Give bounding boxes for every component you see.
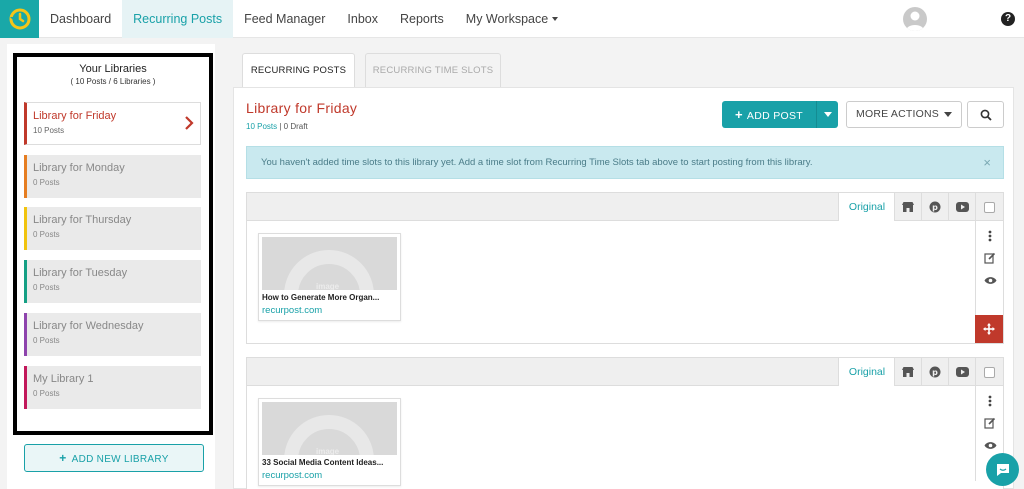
workspace-label: My Workspace	[465, 11, 549, 26]
post-preview[interactable]: image 33 Social Media Content Ideas... r…	[258, 398, 401, 486]
libraries-title: Your Libraries	[79, 63, 147, 75]
plus-icon: +	[735, 107, 743, 122]
post-card-header: Original p	[247, 193, 1003, 221]
nav-workspace-dropdown[interactable]: My Workspace	[455, 0, 569, 38]
google-business-icon[interactable]	[894, 193, 921, 221]
chevron-right-icon	[185, 116, 194, 130]
library-name: My Library 1	[33, 373, 94, 385]
edit-icon[interactable]	[983, 416, 997, 430]
library-item-wednesday[interactable]: Library for Wednesday 0 Posts	[24, 313, 201, 356]
pinterest-icon[interactable]: p	[921, 358, 948, 386]
tab-recurring-posts[interactable]: RECURRING POSTS	[242, 53, 355, 87]
more-options-icon[interactable]	[983, 229, 997, 243]
recurpost-logo[interactable]	[0, 0, 39, 38]
main-content: Library for Friday 10 Posts | 0 Draft + A…	[233, 87, 1014, 489]
nav-reports[interactable]: Reports	[389, 0, 455, 38]
library-count: 0 Posts	[33, 283, 60, 292]
nav-inbox[interactable]: Inbox	[336, 0, 389, 38]
tab-original[interactable]: Original	[838, 193, 895, 221]
library-name: Library for Thursday	[33, 214, 132, 226]
library-count: 0 Posts	[33, 336, 60, 345]
add-post-label: + ADD POST	[735, 107, 803, 122]
move-arrows-icon	[983, 323, 995, 335]
eye-icon[interactable]	[983, 273, 997, 287]
checkbox[interactable]	[983, 201, 995, 213]
library-name: Library for Wednesday	[33, 320, 144, 332]
post-preview[interactable]: image How to Generate More Organ... recu…	[258, 233, 401, 321]
page-title: Library for Friday	[246, 100, 358, 116]
library-count: 0 Posts	[33, 178, 60, 187]
library-name: Library for Monday	[33, 162, 125, 174]
drag-move-handle[interactable]	[975, 315, 1003, 343]
close-icon[interactable]: ×	[983, 147, 991, 178]
select-post-checkbox[interactable]	[975, 193, 1002, 221]
post-title: How to Generate More Organ...	[262, 293, 380, 302]
more-actions-label: MORE ACTIONS	[856, 108, 939, 120]
library-name: Library for Tuesday	[33, 267, 128, 279]
eye-icon[interactable]	[983, 438, 997, 452]
nav-dashboard[interactable]: Dashboard	[39, 0, 122, 38]
post-image-placeholder: image	[262, 402, 397, 455]
post-source-link[interactable]: recurpost.com	[262, 470, 322, 481]
library-item-friday[interactable]: Library for Friday 10 Posts	[24, 102, 201, 145]
library-item-my-library-1[interactable]: My Library 1 0 Posts	[24, 366, 201, 409]
caret-down-icon	[823, 112, 832, 117]
checkbox[interactable]	[983, 366, 995, 378]
user-icon	[906, 11, 924, 31]
select-post-checkbox[interactable]	[975, 358, 1002, 386]
post-card: Original p image How to Generate More Or…	[246, 192, 1004, 344]
library-item-thursday[interactable]: Library for Thursday 0 Posts	[24, 207, 201, 250]
post-source-link[interactable]: recurpost.com	[262, 305, 322, 316]
search-icon	[980, 109, 992, 121]
libraries-sidebar: Your Libraries ( 10 Posts / 6 Libraries …	[13, 53, 213, 435]
nav-recurring-posts[interactable]: Recurring Posts	[122, 0, 234, 38]
help-icon[interactable]: ?	[1001, 12, 1015, 26]
caret-down-icon	[943, 111, 952, 117]
plus-icon: +	[59, 451, 67, 465]
image-placeholder-text: image	[316, 282, 340, 290]
add-post-button[interactable]: + ADD POST	[722, 101, 838, 128]
svg-text:p: p	[932, 368, 938, 377]
library-count: 0 Posts	[33, 389, 60, 398]
more-options-icon[interactable]	[983, 394, 997, 408]
post-card-header: Original p	[247, 358, 1003, 386]
more-actions-button[interactable]: MORE ACTIONS	[846, 101, 962, 128]
search-button[interactable]	[967, 101, 1004, 128]
tab-recurring-time-slots[interactable]: RECURRING TIME SLOTS	[365, 53, 501, 87]
chevron-down-icon	[552, 17, 559, 22]
no-time-slots-alert: You haven't added time slots to this lib…	[246, 146, 1004, 179]
add-library-label: ADD NEW LIBRARY	[71, 454, 169, 465]
youtube-icon[interactable]	[948, 358, 975, 386]
chat-launcher-button[interactable]	[986, 453, 1019, 486]
post-card: Original p image 33 Social Media Content…	[246, 357, 1004, 489]
image-placeholder-text: image	[316, 447, 340, 455]
post-image-placeholder: image	[262, 237, 397, 290]
chat-icon	[996, 463, 1009, 476]
library-name: Library for Friday	[33, 110, 117, 122]
tab-original[interactable]: Original	[838, 358, 895, 386]
libraries-summary: ( 10 Posts / 6 Libraries )	[70, 77, 156, 86]
edit-icon[interactable]	[983, 251, 997, 265]
google-business-icon[interactable]	[894, 358, 921, 386]
alert-message: You haven't added time slots to this lib…	[261, 157, 813, 168]
user-avatar[interactable]	[903, 7, 927, 31]
post-title: 33 Social Media Content Ideas...	[262, 458, 384, 467]
add-new-library-button[interactable]: + ADD NEW LIBRARY	[24, 444, 204, 472]
draft-count[interactable]: 0 Draft	[284, 122, 308, 131]
svg-text:p: p	[932, 203, 938, 212]
library-item-tuesday[interactable]: Library for Tuesday 0 Posts	[24, 260, 201, 303]
library-count: 10 Posts	[33, 126, 65, 135]
top-navigation: Dashboard Recurring Posts Feed Manager I…	[0, 0, 1024, 38]
pinterest-icon[interactable]: p	[921, 193, 948, 221]
library-stats: 10 Posts | 0 Draft	[246, 122, 308, 131]
clock-logo-icon	[9, 8, 30, 29]
add-post-dropdown-toggle[interactable]	[816, 101, 838, 128]
nav-feed-manager[interactable]: Feed Manager	[233, 0, 336, 38]
post-tools	[975, 221, 1003, 316]
library-count: 0 Posts	[33, 230, 60, 239]
posts-count[interactable]: 10 Posts	[246, 122, 277, 131]
library-item-monday[interactable]: Library for Monday 0 Posts	[24, 155, 201, 198]
youtube-icon[interactable]	[948, 193, 975, 221]
